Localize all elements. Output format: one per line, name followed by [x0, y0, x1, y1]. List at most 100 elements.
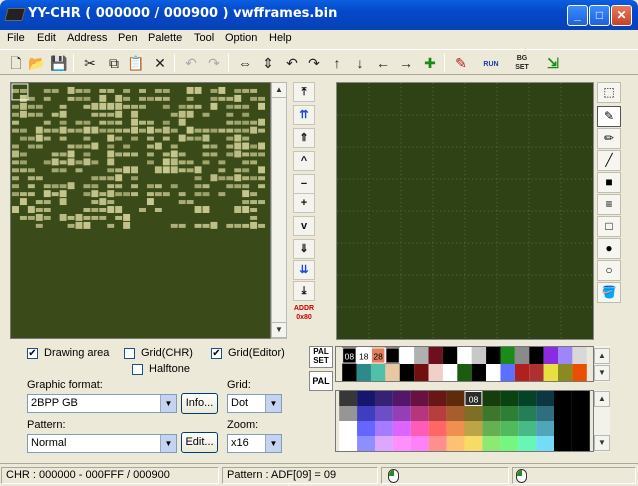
palette-grid-swatch[interactable] — [339, 391, 358, 406]
palette-swatch[interactable] — [457, 347, 472, 364]
palette-grid-swatch[interactable] — [518, 436, 537, 451]
nav-page-down-button[interactable]: ⇓ — [293, 239, 315, 259]
graphic-format-select[interactable]: 2BPP GB ▼ — [27, 394, 177, 413]
address-icon[interactable]: ADDR 0x80 — [293, 304, 315, 326]
nav-top-button[interactable]: ⤒ — [293, 82, 315, 102]
palette-grid-swatch[interactable] — [482, 406, 501, 421]
palette-swatch[interactable] — [356, 364, 371, 381]
palette-swatch[interactable] — [457, 364, 472, 381]
edit-button[interactable]: Edit... — [181, 432, 218, 453]
scroll-down-arrow-icon[interactable]: ▼ — [594, 365, 610, 381]
palette-grid-swatch[interactable] — [518, 421, 537, 436]
palette-grid-swatch[interactable] — [357, 406, 375, 421]
menu-palette[interactable]: Palette — [148, 32, 182, 44]
scroll-down-arrow-icon[interactable]: ▼ — [271, 322, 287, 338]
chr-scrollbar[interactable]: ▲ ▼ — [271, 82, 287, 339]
palette-grid-swatch[interactable] — [554, 406, 572, 421]
palette-grid-swatch[interactable] — [482, 391, 501, 406]
dropdown-arrow-icon[interactable]: ▼ — [265, 395, 281, 412]
palette-grid-swatch[interactable] — [410, 406, 429, 421]
menu-address[interactable]: Address — [67, 32, 107, 44]
palette-grid-swatch[interactable] — [518, 406, 537, 421]
palette-color-grid[interactable]: 08 — [335, 390, 594, 452]
palette-grid-swatch[interactable] — [392, 391, 411, 406]
palette-grid-swatch[interactable] — [339, 436, 358, 451]
palette-grid-swatch[interactable] — [500, 421, 519, 436]
menu-edit[interactable]: Edit — [37, 32, 56, 44]
palette-grid-swatch[interactable] — [482, 421, 501, 436]
palette-grid-swatch[interactable] — [500, 391, 519, 406]
palette-grid-swatch[interactable] — [446, 406, 465, 421]
palette-grid-swatch[interactable] — [410, 421, 429, 436]
palette-grid-swatch[interactable] — [536, 391, 555, 406]
palette-grid-swatch[interactable] — [357, 421, 375, 436]
scroll-up-arrow-icon[interactable]: ▲ — [271, 82, 287, 98]
shift-left-icon[interactable]: ← — [373, 53, 393, 73]
line-tool-icon[interactable]: ╱ — [597, 150, 621, 171]
shift-right-icon[interactable]: → — [396, 53, 416, 73]
palette-swatch[interactable] — [543, 364, 559, 381]
palette-grid-swatch[interactable] — [410, 436, 429, 451]
palette-grid-swatch[interactable] — [536, 406, 555, 421]
nav-line-up-button[interactable]: − — [293, 174, 315, 194]
maximize-button[interactable]: □ — [589, 5, 610, 26]
bucket-fill-tool-icon[interactable]: 🪣 — [597, 282, 621, 303]
dropdown-arrow-icon[interactable]: ▼ — [160, 395, 176, 412]
active-palette-row[interactable]: 08 18 28 37 — [335, 346, 594, 382]
shift-up-icon[interactable]: ↑ — [327, 53, 347, 73]
palette-swatch[interactable] — [370, 364, 386, 381]
palette-swatch[interactable] — [486, 364, 501, 381]
edit-note-icon[interactable]: ✎ — [451, 53, 471, 73]
palette-grid-swatch[interactable] — [571, 436, 590, 451]
close-button[interactable]: ✕ — [611, 5, 632, 26]
palette-grid-swatch[interactable] — [428, 421, 447, 436]
palette-swatch[interactable] — [471, 347, 487, 364]
tile-editor-canvas[interactable] — [336, 82, 594, 340]
palette-grid-swatch[interactable] — [571, 391, 590, 406]
palette-grid-swatch[interactable] — [374, 421, 393, 436]
scroll-down-arrow-icon[interactable]: ▼ — [594, 435, 610, 451]
palette-grid-swatch[interactable] — [446, 436, 465, 451]
palette-grid-swatch[interactable] — [392, 421, 411, 436]
redo-icon[interactable]: ↷ — [204, 53, 224, 73]
grid-select[interactable]: Dot ▼ — [227, 394, 282, 413]
palette-grid-swatch[interactable] — [339, 421, 358, 436]
pal-button[interactable]: PAL — [309, 371, 333, 391]
palette-swatch[interactable] — [558, 347, 573, 364]
palette-swatch[interactable] — [558, 364, 573, 381]
palette-grid-swatch[interactable] — [571, 406, 590, 421]
palette-grid-swatch[interactable] — [536, 436, 555, 451]
select-tool-icon[interactable]: ⬚ — [597, 82, 621, 103]
nav-line-down-button[interactable]: + — [293, 193, 315, 213]
palette-swatch[interactable] — [543, 347, 559, 364]
halftone-checkbox[interactable] — [132, 364, 143, 375]
palette-grid-swatch[interactable] — [357, 391, 375, 406]
palette-grid-scrollbar[interactable]: ▲ ▼ — [594, 390, 610, 452]
palette-swatch[interactable] — [399, 364, 415, 381]
bg-set-icon[interactable]: BG SET — [512, 53, 532, 73]
palette-swatch[interactable] — [442, 364, 458, 381]
nav-bottom-button[interactable]: ⤓ — [293, 281, 315, 301]
palette-grid-swatch[interactable] — [464, 421, 483, 436]
palette-grid-swatch[interactable] — [357, 436, 375, 451]
info-button[interactable]: Info... — [181, 393, 218, 414]
palette-grid-swatch[interactable] — [392, 436, 411, 451]
palette-grid-swatch[interactable] — [428, 391, 447, 406]
save-icon[interactable]: 💾 — [49, 53, 69, 73]
palette-grid-swatch[interactable] — [536, 421, 555, 436]
scroll-up-arrow-icon[interactable]: ▲ — [594, 391, 610, 407]
palette-grid-swatch[interactable] — [410, 391, 429, 406]
menu-option[interactable]: Option — [225, 32, 257, 44]
filled-rect-tool-icon[interactable]: ■ — [597, 172, 621, 193]
exit-icon[interactable]: ⇲ — [543, 53, 563, 73]
palette-swatch[interactable] — [399, 347, 415, 364]
palette-swatch[interactable] — [471, 364, 487, 381]
palette-grid-swatch[interactable] — [500, 436, 519, 451]
grid-chr-checkbox[interactable] — [124, 348, 135, 359]
palette-swatch[interactable] — [342, 364, 357, 381]
open-folder-icon[interactable]: 📂 — [27, 53, 47, 73]
palette-swatch[interactable] — [572, 364, 587, 381]
palette-grid-swatch[interactable] — [339, 406, 358, 421]
circle-tool-icon[interactable]: ○ — [597, 260, 621, 281]
palette-grid-swatch[interactable] — [571, 421, 590, 436]
